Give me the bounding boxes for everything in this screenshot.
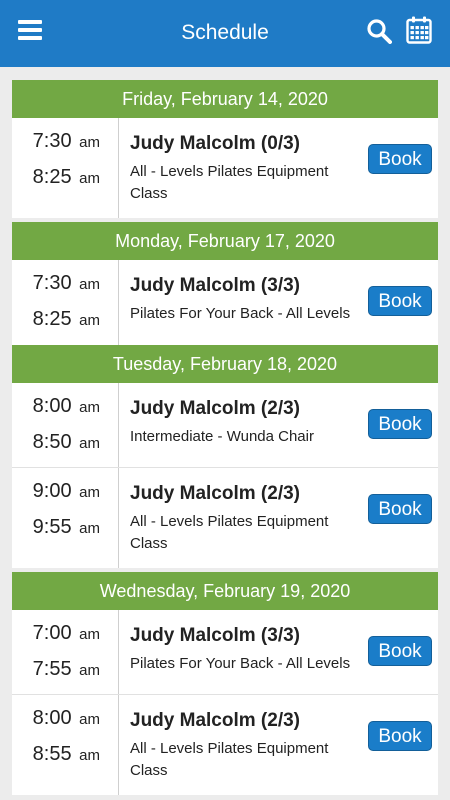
book-button[interactable]: Book [368,286,432,316]
start-time: 7:30 am [32,272,100,294]
instructor-name: Judy Malcolm (3/3) [130,275,300,296]
time-range: 7:30 am 8:25 am [12,118,119,218]
class-info: Judy Malcolm (2/3) Intermediate - Wunda … [130,397,370,448]
class-name: Pilates For Your Back - All Levels [130,305,351,322]
day-section: Friday, February 14, 2020 7:30 am 8:25 a… [12,80,438,218]
end-time: 8:50 am [32,431,100,453]
end-time: 8:55 am [32,743,100,765]
class-row: 8:00 am 8:50 am Judy Malcolm (2/3) Inter… [12,383,438,468]
class-row: 7:30 am 8:25 am Judy Malcolm (3/3) Pilat… [12,260,438,345]
class-row: 8:00 am 8:55 am Judy Malcolm (2/3) All -… [12,695,438,795]
class-row: 9:00 am 9:55 am Judy Malcolm (2/3) All -… [12,468,438,568]
instructor-name: Judy Malcolm (3/3) [130,625,300,646]
calendar-icon[interactable] [406,16,432,44]
day-header: Tuesday, February 18, 2020 [12,345,438,383]
class-info: Judy Malcolm (3/3) Pilates For Your Back… [130,274,370,325]
start-time: 9:00 am [32,480,100,502]
time-range: 7:30 am 8:25 am [12,260,119,345]
class-name: All - Levels Pilates Equipment Class [130,513,329,552]
class-info: Judy Malcolm (0/3) All - Levels Pilates … [130,132,370,205]
schedule-list: Friday, February 14, 2020 7:30 am 8:25 a… [12,80,438,795]
time-range: 7:00 am 7:55 am [12,610,119,694]
book-button[interactable]: Book [368,721,432,751]
class-info: Judy Malcolm (2/3) All - Levels Pilates … [130,709,370,782]
start-time: 8:00 am [32,707,100,729]
end-time: 9:55 am [32,516,100,538]
class-info: Judy Malcolm (2/3) All - Levels Pilates … [130,482,370,555]
day-header: Wednesday, February 19, 2020 [12,572,438,610]
search-icon[interactable] [366,18,392,44]
end-time: 8:25 am [32,166,100,188]
day-header: Friday, February 14, 2020 [12,80,438,118]
instructor-name: Judy Malcolm (2/3) [130,483,300,504]
end-time: 8:25 am [32,308,100,330]
day-section: Wednesday, February 19, 2020 7:00 am 7:5… [12,572,438,795]
day-section: Tuesday, February 18, 2020 8:00 am 8:50 … [12,345,438,568]
top-app-bar: Schedule [0,0,450,67]
class-row: 7:00 am 7:55 am Judy Malcolm (3/3) Pilat… [12,610,438,695]
time-range: 9:00 am 9:55 am [12,468,119,568]
day-header: Monday, February 17, 2020 [12,222,438,260]
day-section: Monday, February 17, 2020 7:30 am 8:25 a… [12,222,438,345]
book-button[interactable]: Book [368,144,432,174]
instructor-name: Judy Malcolm (2/3) [130,398,300,419]
book-button[interactable]: Book [368,636,432,666]
start-time: 8:00 am [32,395,100,417]
time-range: 8:00 am 8:50 am [12,383,119,467]
instructor-name: Judy Malcolm (2/3) [130,710,300,731]
time-range: 8:00 am 8:55 am [12,695,119,795]
class-name: All - Levels Pilates Equipment Class [130,740,329,779]
class-info: Judy Malcolm (3/3) Pilates For Your Back… [130,624,370,675]
class-name: Intermediate - Wunda Chair [130,428,314,445]
start-time: 7:00 am [32,622,100,644]
start-time: 7:30 am [32,130,100,152]
class-name: All - Levels Pilates Equipment Class [130,163,329,202]
class-row: 7:30 am 8:25 am Judy Malcolm (0/3) All -… [12,118,438,218]
instructor-name: Judy Malcolm (0/3) [130,133,300,154]
book-button[interactable]: Book [368,494,432,524]
class-name: Pilates For Your Back - All Levels [130,655,351,672]
end-time: 7:55 am [32,658,100,680]
book-button[interactable]: Book [368,409,432,439]
